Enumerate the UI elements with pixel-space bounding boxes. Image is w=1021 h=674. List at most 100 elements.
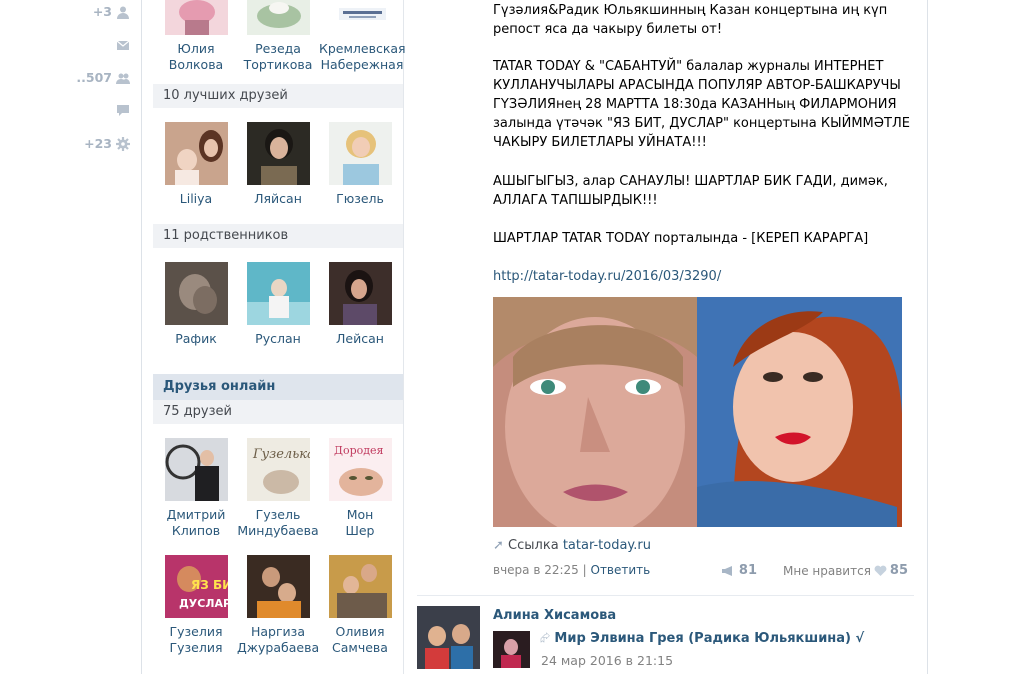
friend-card[interactable]: Лейсан: [319, 262, 401, 347]
friend-avatar: ЯЗ БИТ ДУСЛАР: [164, 555, 228, 618]
like-count: 85: [889, 563, 908, 578]
link-arrow-icon: ➚: [493, 538, 504, 553]
friend-first-name: Лейсан: [336, 331, 384, 346]
chat-icon: [117, 105, 129, 116]
best-friends-header[interactable]: 10 лучших друзей: [153, 84, 403, 108]
post-url-link[interactable]: http://tatar-today.ru/2016/03/3290/: [493, 267, 721, 286]
reply-link[interactable]: Ответить: [591, 563, 651, 577]
repost-time[interactable]: 24 мар 2016 в 21:15: [541, 653, 673, 668]
friend-avatar: [164, 438, 228, 501]
relatives-header[interactable]: 11 родственников: [153, 224, 403, 248]
friends-online-header[interactable]: Друзья онлайн: [153, 374, 403, 400]
column-divider: [403, 0, 404, 674]
repost-source[interactable]: ⮳ Мир Элвина Грея (Радика Юльякшина) √: [540, 631, 864, 646]
friend-first-name: Гузель: [255, 507, 301, 522]
friend-last-name: Гузелия: [169, 640, 223, 655]
friend-first-name: Рафик: [175, 331, 217, 346]
friend-avatar: [328, 262, 392, 325]
friend-card[interactable]: ЯЗ БИТ ДУСЛАР Гузелия Гузелия: [155, 555, 237, 656]
friend-card[interactable]: Гюзель: [319, 122, 401, 207]
friend-first-name: Мон: [346, 507, 374, 522]
group-icon: [116, 73, 130, 84]
settings-count: +23: [84, 136, 112, 151]
repost-arrow-icon: ⮳: [540, 631, 551, 646]
friend-last-name: Шер: [345, 523, 375, 538]
friend-last-name: Миндубаева: [237, 523, 319, 538]
friend-card[interactable]: Гузелька Гузель Миндубаева: [237, 438, 319, 539]
groups-count: ..507: [76, 70, 112, 85]
friend-card[interactable]: Резеда Тортикова: [237, 0, 319, 73]
gear-icon: [116, 136, 130, 151]
messages-link[interactable]: [112, 38, 130, 52]
post-author-name[interactable]: Алина Хисамова: [493, 608, 616, 623]
friend-avatar: [164, 262, 228, 325]
friend-card[interactable]: Liliya: [155, 122, 237, 207]
friend-last-name: Джурабаева: [237, 640, 320, 655]
friend-card[interactable]: Рафик: [155, 262, 237, 347]
repost-source-name[interactable]: Мир Элвина Грея (Радика Юльякшина) √: [554, 631, 864, 646]
friend-card[interactable]: Наргиза Джурабаева: [237, 555, 319, 656]
friend-card[interactable]: Руслан: [237, 262, 319, 347]
friend-first-name: Кремлевская: [319, 41, 406, 56]
friend-last-name: Набережная: [320, 57, 404, 72]
friend-card[interactable]: Кремлевская Набережная: [319, 0, 406, 73]
post-time[interactable]: вчера в 22:25: [493, 563, 579, 577]
friend-avatar: [328, 555, 392, 618]
friend-card[interactable]: Дородея Мон Шер: [319, 438, 401, 539]
friend-last-name: Волкова: [168, 57, 224, 72]
friend-last-name: Тортикова: [243, 57, 313, 72]
post-divider: [417, 595, 914, 596]
friend-avatar: [330, 0, 394, 35]
friend-first-name: Руслан: [255, 331, 301, 346]
friends-count-header[interactable]: 75 друзей: [153, 400, 403, 424]
friend-avatar: [246, 0, 310, 35]
groups-counter[interactable]: ..507: [76, 70, 130, 85]
friend-first-name: Юлия: [177, 41, 215, 56]
post-image[interactable]: [493, 297, 902, 527]
friend-card[interactable]: Оливия Самчева: [319, 555, 401, 656]
friend-avatar: Гузелька: [246, 438, 310, 501]
friend-requests-counter[interactable]: +3: [93, 4, 130, 19]
heart-icon: [874, 565, 887, 576]
settings-counter[interactable]: +23: [84, 136, 130, 151]
friend-avatar: [328, 122, 392, 185]
megaphone-icon: [721, 565, 732, 576]
post-text: Гүзәлия&Радик Юльякшинның Казан концерты…: [493, 3, 888, 37]
friend-avatar: [246, 262, 310, 325]
friend-first-name: Дмитрий: [166, 507, 226, 522]
friend-first-name: Оливия: [335, 624, 385, 639]
share-button[interactable]: 81: [721, 563, 757, 578]
person-icon: [117, 6, 129, 19]
friend-requests-count: +3: [92, 4, 112, 19]
friend-last-name: Самчева: [332, 640, 388, 655]
friend-first-name: Резеда: [255, 41, 301, 56]
post-paragraph: ШАРТЛАР TATAR TODAY порталында - [КЕРЕП …: [493, 231, 869, 246]
chat-link[interactable]: [112, 103, 130, 117]
left-rail: +3 ..507 +23: [0, 0, 142, 674]
author-avatar[interactable]: [417, 606, 480, 669]
post-paragraph: АШЫГЫГЫЗ, алар САНАУЛЫ! ШАРТЛАР БИК ГАДИ…: [493, 174, 888, 208]
friend-avatar: [246, 122, 310, 185]
post-footer: вчера в 22:25 | Ответить 81 Мне нравится…: [493, 563, 908, 578]
link-attachment[interactable]: ➚ Ссылка tatar-today.ru: [493, 538, 651, 553]
repost-source-avatar[interactable]: [493, 631, 530, 668]
friend-card[interactable]: Дмитрий Клипов: [155, 438, 237, 539]
friend-avatar: [164, 122, 228, 185]
like-button[interactable]: Мне нравится 85: [783, 563, 908, 578]
friend-avatar: [164, 0, 228, 35]
friend-first-name: Наргиза: [251, 624, 305, 639]
share-count: 81: [738, 563, 758, 578]
svg-text:Дородея: Дородея: [334, 444, 384, 457]
friend-avatar: [246, 555, 310, 618]
link-domain[interactable]: tatar-today.ru: [563, 538, 651, 553]
friend-first-name: Ляйсан: [254, 191, 302, 206]
svg-text:ДУСЛАР: ДУСЛАР: [179, 597, 228, 610]
friend-last-name: Клипов: [171, 523, 221, 538]
svg-text:Гузелька: Гузелька: [252, 447, 310, 462]
mail-icon: [116, 40, 130, 50]
friend-card[interactable]: Ляйсан: [237, 122, 319, 207]
post-paragraph: TATAR TODAY & "САБАНТУЙ" балалар журналы…: [493, 59, 910, 150]
friend-first-name: Гузелия: [169, 624, 223, 639]
friend-first-name: Liliya: [179, 191, 213, 206]
friend-card[interactable]: Юлия Волкова: [155, 0, 237, 73]
